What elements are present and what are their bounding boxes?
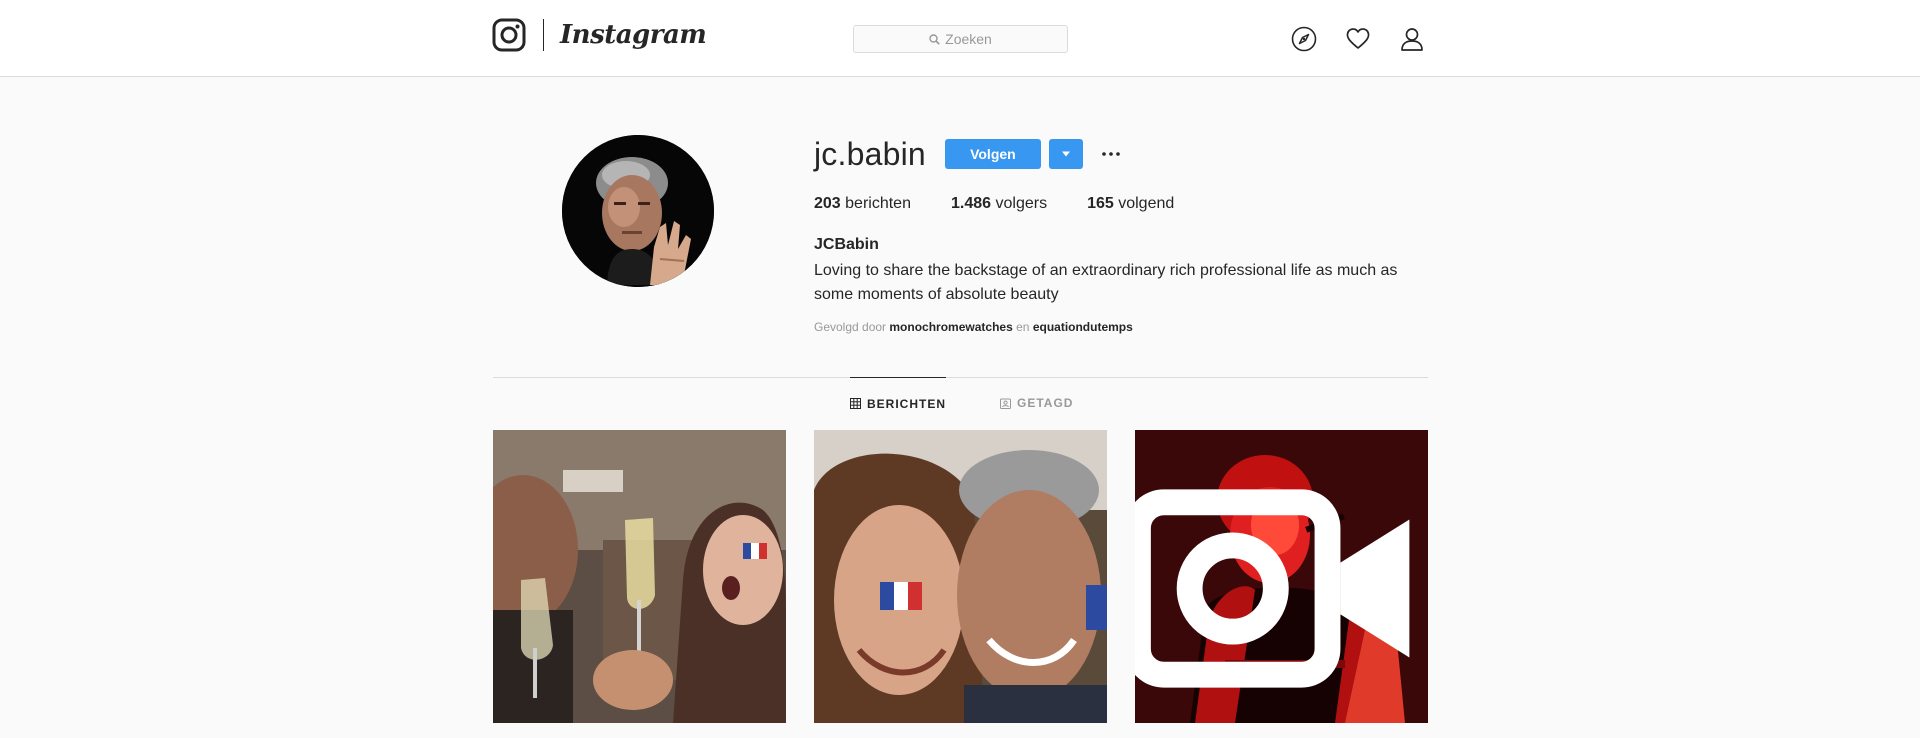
followers-count-number: 1.486	[950, 195, 992, 212]
followers-link[interactable]: 1.486 volgers	[951, 195, 1047, 213]
profile-username: jc.babin	[814, 135, 926, 172]
follow-button[interactable]: Volgen	[944, 139, 1041, 169]
instagram-wordmark: Instagram	[560, 20, 707, 50]
user-icon	[1401, 28, 1423, 51]
tab-tagged-label: GETAGD	[1017, 396, 1074, 410]
profile-title-row: jc.babin Volgen	[814, 134, 1123, 174]
profile-avatar[interactable]	[562, 135, 714, 287]
tab-tagged[interactable]: GETAGD	[1000, 377, 1073, 429]
caret-down-icon	[1061, 151, 1070, 157]
post-image	[493, 430, 786, 723]
post-thumbnail[interactable]	[1135, 430, 1428, 723]
compass-icon	[1291, 26, 1317, 52]
search-placeholder: Zoeken	[945, 31, 992, 47]
following-count-label: volgend	[1118, 195, 1175, 212]
top-navigation-bar: Instagram Zoeken	[0, 0, 1920, 77]
grid-icon	[850, 398, 861, 409]
more-options-button[interactable]	[1099, 139, 1123, 169]
followed-by-account-link[interactable]: monochromewatches	[889, 320, 1012, 334]
followed-by-line: Gevolgd door monochromewatches en equati…	[814, 320, 1133, 334]
tabs-divider	[493, 377, 1428, 378]
following-link[interactable]: 165 volgend	[1087, 195, 1174, 213]
followers-count-label: volgers	[995, 195, 1048, 212]
video-camera-icon	[1135, 489, 1410, 688]
explore-button[interactable]	[1290, 25, 1318, 53]
following-count-number: 165	[1087, 195, 1114, 212]
followed-by-joiner: en	[1016, 320, 1030, 334]
post-thumbnail[interactable]	[814, 430, 1107, 723]
profile-stats: 203 berichten 1.486 volgers 165 volgend	[814, 195, 1214, 213]
nav-icon-group	[1290, 25, 1426, 53]
post-thumbnail[interactable]	[493, 430, 786, 723]
ellipsis-icon	[1102, 152, 1120, 156]
tagged-icon	[1000, 398, 1011, 409]
instagram-glyph-icon	[492, 18, 526, 52]
tab-posts-label: BERICHTEN	[867, 396, 947, 411]
tab-posts[interactable]: BERICHTEN	[850, 377, 947, 429]
followed-by-prefix: Gevolgd door	[814, 320, 887, 334]
search-input[interactable]: Zoeken	[853, 25, 1068, 53]
followed-by-account-link[interactable]: equationdutemps	[1033, 320, 1133, 334]
posts-count-number: 203	[814, 195, 841, 212]
heart-icon	[1346, 28, 1370, 49]
instagram-logo[interactable]: Instagram	[492, 18, 707, 52]
suggestions-dropdown-button[interactable]	[1048, 139, 1083, 169]
search-icon	[929, 33, 940, 45]
profile-full-name: JCBabin	[814, 236, 879, 253]
post-image	[814, 430, 1107, 723]
avatar-image	[562, 135, 714, 287]
profile-button[interactable]	[1398, 25, 1426, 53]
logo-divider	[543, 19, 544, 51]
posts-count-label: berichten	[845, 195, 911, 212]
activity-button[interactable]	[1344, 25, 1372, 53]
posts-count: 203 berichten	[814, 195, 911, 213]
profile-bio: Loving to share the backstage of an extr…	[814, 262, 1398, 303]
